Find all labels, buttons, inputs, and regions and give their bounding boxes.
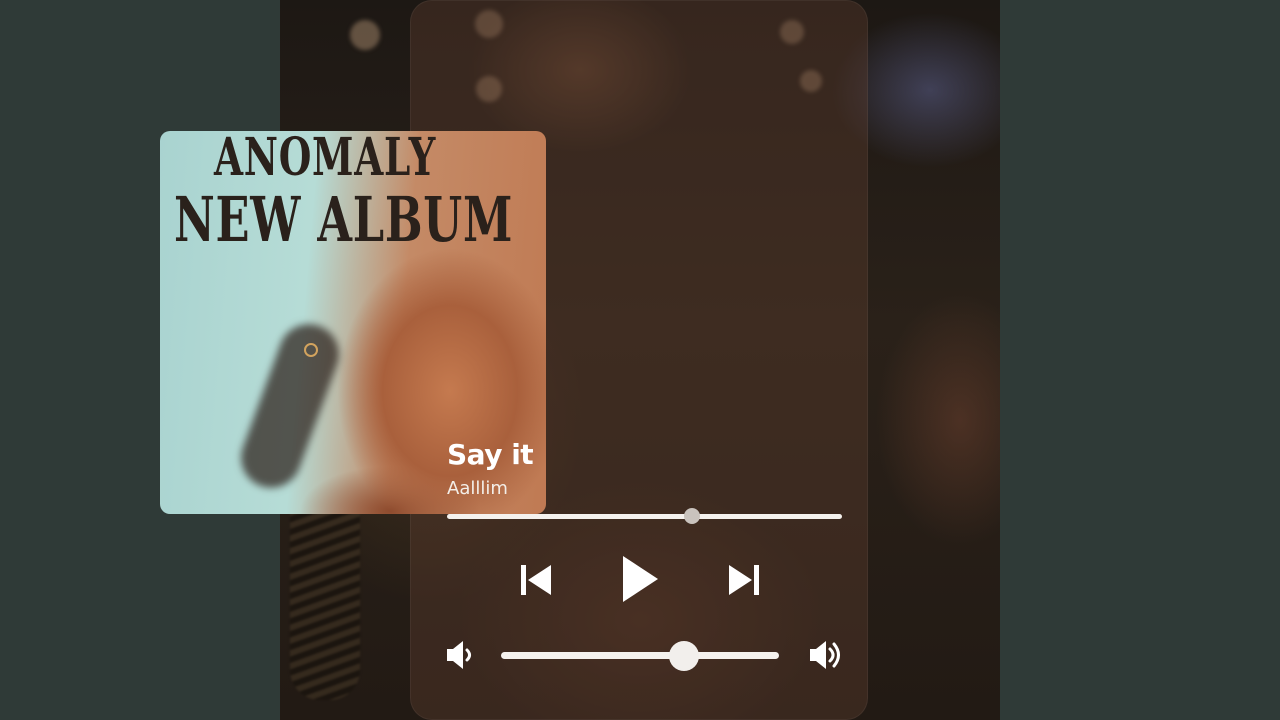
volume-slider[interactable] [501,641,779,671]
progress-bar[interactable] [447,508,842,524]
progress-handle[interactable] [683,508,700,524]
artist-name: Aalllim [447,478,508,499]
bokeh-dot [350,20,380,50]
volume-high-icon [808,639,844,671]
album-cover-line2: NEW ALBUM [174,183,514,256]
song-title: Say it [447,438,534,471]
skip-next-icon [726,562,762,598]
cover-earring [304,343,318,357]
cover-hair [232,315,348,497]
skip-previous-icon [518,562,554,598]
previous-button[interactable] [518,562,554,598]
volume-low-icon [445,639,475,671]
volume-down-button[interactable] [445,639,475,671]
next-button[interactable] [726,562,762,598]
volume-up-button[interactable] [808,639,844,671]
album-cover-line1: ANOMALY [214,131,437,188]
play-icon [620,554,660,604]
play-button[interactable] [620,554,660,604]
